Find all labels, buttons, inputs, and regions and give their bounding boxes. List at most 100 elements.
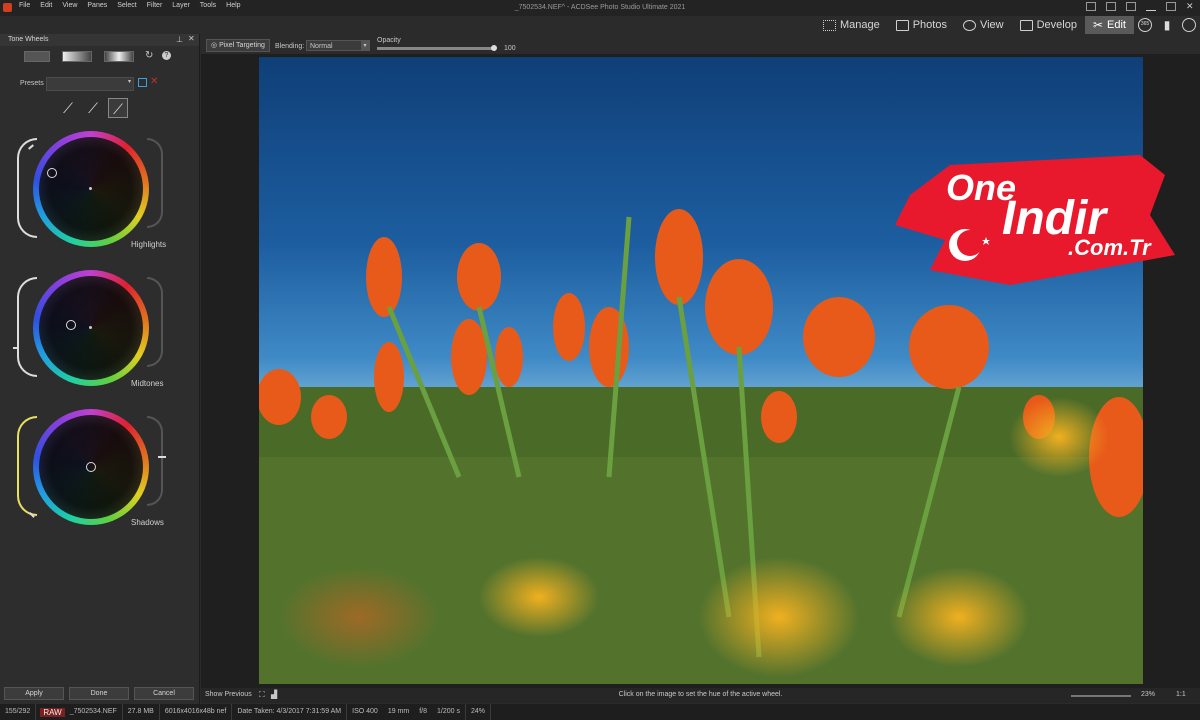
save-preset-icon[interactable] bbox=[138, 78, 147, 87]
pin-icon[interactable]: ⊥ bbox=[176, 35, 183, 44]
file-name: _7502534.NEF bbox=[65, 704, 123, 720]
opacity-slider-handle[interactable] bbox=[491, 45, 497, 51]
blending-value: Normal bbox=[310, 43, 333, 50]
365-icon[interactable]: 365 bbox=[1138, 18, 1152, 32]
zoom-value[interactable]: 23% bbox=[1141, 691, 1155, 698]
gradient-swatch-1[interactable] bbox=[62, 51, 92, 62]
restore-button[interactable] bbox=[1166, 2, 1176, 11]
highlights-center-dot bbox=[89, 187, 92, 190]
blending-dropdown[interactable]: Normal ▾ bbox=[306, 40, 370, 51]
show-previous-button[interactable]: Show Previous bbox=[205, 691, 252, 698]
date-taken: Date Taken: 4/3/2017 7:31:59 AM bbox=[232, 704, 348, 720]
eye-refresh-icon[interactable] bbox=[1182, 18, 1196, 32]
mode-photos-label: Photos bbox=[912, 19, 947, 31]
done-button[interactable]: Done bbox=[69, 687, 129, 700]
panel-toggle-left-icon[interactable] bbox=[1086, 2, 1096, 11]
eyedropper-midtones-icon[interactable]: ⟋ bbox=[83, 98, 103, 118]
delete-preset-icon[interactable]: ✕ bbox=[150, 76, 158, 87]
opacity-label: Opacity bbox=[377, 37, 401, 44]
midtones-center-dot bbox=[89, 326, 92, 329]
zoom-slider[interactable] bbox=[1071, 695, 1131, 697]
blending-label: Blending: bbox=[275, 43, 305, 50]
view-mode-slider-icon[interactable] bbox=[24, 51, 50, 62]
focal-length: 19 mm bbox=[387, 708, 410, 715]
close-panel-icon[interactable]: ✕ bbox=[188, 34, 195, 43]
mode-manage-label: Manage bbox=[839, 19, 880, 31]
zoom-level: 24% bbox=[466, 704, 492, 720]
canvas-status-bar: Click on the image to set the hue of the… bbox=[201, 688, 1200, 703]
watermark-logo: One Indir .Com.Tr bbox=[890, 145, 1180, 290]
mode-bar: Manage Photos View Develop ✂ Edit 365 ▮ bbox=[815, 16, 1200, 34]
window-controls: ✕ bbox=[1086, 2, 1196, 11]
status-bar: 155/292 RAW _7502534.NEF 27.8 MB 6016x40… bbox=[0, 704, 1200, 720]
presets-label: Presets bbox=[20, 80, 44, 87]
edit-icon: ✂ bbox=[1092, 18, 1104, 32]
edit-toolbar: ◎ Pixel Targeting Blending: Normal ▾ Opa… bbox=[201, 36, 1200, 54]
midtones-hue-marker[interactable] bbox=[66, 320, 76, 330]
reset-icon[interactable]: ↻ bbox=[145, 50, 153, 61]
mode-edit-label: Edit bbox=[1107, 19, 1126, 31]
eyedropper-shadows-icon[interactable]: ⟋ bbox=[108, 98, 128, 118]
target-icon: ◎ bbox=[211, 42, 220, 49]
pixel-targeting-button[interactable]: ◎ Pixel Targeting bbox=[206, 39, 270, 52]
midtones-wheel-group: Midtones bbox=[13, 265, 176, 395]
mode-manage[interactable]: Manage bbox=[815, 16, 888, 34]
panel-toggle-center-icon[interactable] bbox=[1106, 2, 1116, 11]
panel-title: Tone Wheels bbox=[8, 36, 49, 43]
eyedropper-highlights-icon[interactable]: ⟋ bbox=[58, 98, 78, 118]
ratio-button[interactable]: 1:1 bbox=[1176, 691, 1186, 698]
gradient-swatch-2[interactable] bbox=[104, 51, 134, 62]
file-size: 27.8 MB bbox=[123, 704, 160, 720]
photos-icon bbox=[895, 19, 909, 31]
mode-photos[interactable]: Photos bbox=[888, 16, 955, 34]
highlights-hue-marker[interactable] bbox=[47, 168, 57, 178]
highlights-label: Highlights bbox=[131, 240, 167, 249]
opacity-slider[interactable] bbox=[377, 47, 494, 50]
shadows-saturation-arc[interactable] bbox=[147, 416, 163, 506]
dashboard-icon[interactable]: ▮ bbox=[1160, 18, 1174, 32]
file-index: 155/292 bbox=[0, 704, 37, 720]
panel-header: Tone Wheels ⊥ ✕ bbox=[0, 34, 199, 46]
shadows-wheel-group: Shadows bbox=[16, 404, 176, 534]
panel-toolbar: ↻ ? bbox=[0, 46, 199, 66]
title-bar: File Edit View Panes Select Filter Layer… bbox=[0, 0, 1200, 16]
presets-dropdown[interactable]: ▾ bbox=[46, 77, 134, 91]
midtones-label: Midtones bbox=[131, 379, 164, 388]
mode-develop[interactable]: Develop bbox=[1012, 16, 1085, 34]
mode-edit[interactable]: ✂ Edit bbox=[1084, 16, 1134, 34]
aperture: f/8 bbox=[419, 708, 428, 715]
tone-wheels-panel: Tone Wheels ⊥ ✕ ↻ ? Presets ▾ ✕ ⟋ ⟋ ⟋ Hi… bbox=[0, 34, 200, 704]
apply-button[interactable]: Apply bbox=[4, 687, 64, 700]
chevron-down-icon: ▾ bbox=[127, 79, 131, 85]
pixel-targeting-label: Pixel Targeting bbox=[219, 42, 265, 49]
shutter-speed: 1/200 s bbox=[432, 704, 466, 720]
opacity-value: 100 bbox=[504, 45, 516, 52]
minimize-button[interactable] bbox=[1146, 2, 1156, 11]
help-icon[interactable]: ? bbox=[162, 51, 171, 60]
watermark-line3: .Com.Tr bbox=[1068, 235, 1151, 260]
midtones-saturation-arc[interactable] bbox=[147, 277, 163, 367]
develop-icon bbox=[1019, 19, 1033, 31]
shadows-saturation-handle[interactable] bbox=[158, 456, 166, 458]
window-title: _7502534.NEF^ - ACDSee Photo Studio Ulti… bbox=[514, 4, 686, 11]
image-dimensions: 6016x4016x48b nef bbox=[160, 704, 233, 720]
mode-view[interactable]: View bbox=[955, 16, 1012, 34]
histogram-icon[interactable]: ▟ bbox=[271, 690, 277, 699]
eye-icon bbox=[962, 19, 976, 31]
hint-text: Click on the image to set the hue of the… bbox=[618, 691, 783, 698]
raw-badge: RAW bbox=[40, 707, 65, 717]
fit-icon[interactable]: ⛶ bbox=[259, 690, 265, 700]
shadows-hue-marker[interactable] bbox=[86, 462, 96, 472]
close-button[interactable]: ✕ bbox=[1186, 2, 1196, 11]
cancel-button[interactable]: Cancel bbox=[134, 687, 194, 700]
midtones-luminance-tick[interactable] bbox=[13, 347, 19, 349]
mode-develop-label: Develop bbox=[1036, 19, 1077, 31]
panel-toggle-right-icon[interactable] bbox=[1126, 2, 1136, 11]
highlights-saturation-arc[interactable] bbox=[147, 138, 163, 228]
grid-icon bbox=[822, 19, 836, 31]
mode-view-label: View bbox=[979, 19, 1004, 31]
chevron-down-icon: ▾ bbox=[361, 41, 369, 50]
highlights-wheel-group: Highlights bbox=[16, 126, 176, 256]
iso: ISO 400 bbox=[352, 708, 378, 715]
shadows-label: Shadows bbox=[131, 518, 164, 527]
